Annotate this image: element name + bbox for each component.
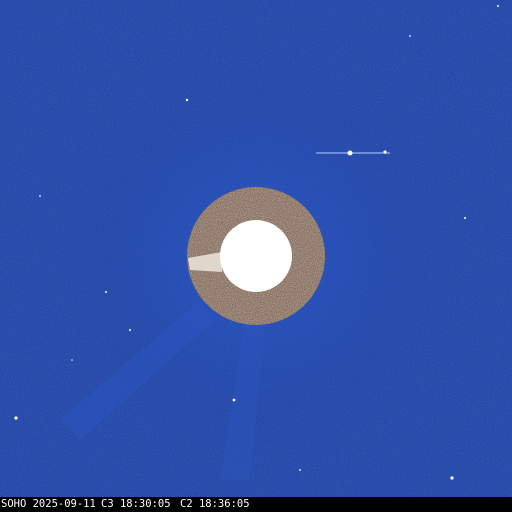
coronagraph-canvas	[0, 0, 512, 497]
caption-c2-time: C2 18:36:05	[180, 498, 250, 510]
coronagraph-image	[0, 0, 512, 497]
caption-c3-time: C3 18:30:05	[101, 498, 171, 510]
sun-disk	[220, 220, 292, 292]
caption-mission-date: SOHO 2025-09-11	[1, 498, 96, 510]
caption-bar: SOHO 2025-09-11 C3 18:30:05 C2 18:36:05	[0, 497, 512, 512]
